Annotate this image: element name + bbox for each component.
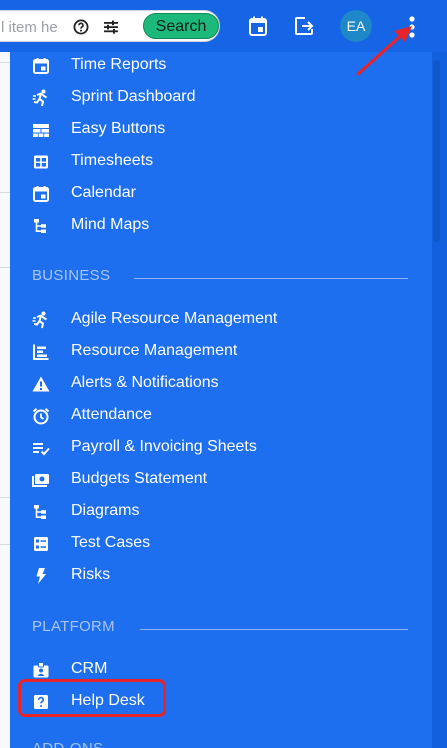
menu-item-label: Budgets Statement bbox=[71, 470, 208, 487]
menu-item-label: Attendance bbox=[71, 406, 152, 423]
run-icon bbox=[32, 311, 48, 329]
menu-item-label: Sprint Dashboard bbox=[71, 88, 196, 105]
menu-item-calendar[interactable]: Calendar bbox=[10, 180, 410, 208]
calendar-icon bbox=[33, 58, 49, 74]
menu-item-label: Diagrams bbox=[71, 502, 140, 519]
alarm-icon bbox=[32, 408, 50, 425]
help-desk-highlight-box bbox=[18, 679, 166, 717]
menu-item-label: Risks bbox=[71, 566, 111, 583]
calendar-icon[interactable] bbox=[247, 15, 269, 37]
chart-icon bbox=[33, 344, 49, 360]
annotation-arrow-icon bbox=[356, 26, 412, 76]
run-icon bbox=[32, 89, 48, 107]
menu-item-label: Mind Maps bbox=[71, 216, 150, 233]
menu-item-alerts-notifications[interactable]: Alerts & Notifications bbox=[10, 370, 410, 398]
menu-item-label: Agile Resource Management bbox=[71, 310, 278, 327]
menu-item-diagrams[interactable]: Diagrams bbox=[10, 498, 410, 526]
menu-item-label: CRM bbox=[71, 660, 108, 677]
search-input[interactable] bbox=[1, 17, 57, 37]
menu-item-easy-buttons[interactable]: Easy Buttons bbox=[10, 116, 410, 144]
menu-item-agile-resource-management[interactable]: Agile Resource Management bbox=[10, 306, 410, 334]
tree-icon bbox=[34, 505, 46, 519]
menu-item-budgets-statement[interactable]: Budgets Statement bbox=[10, 466, 410, 494]
menu-item-label: Timesheets bbox=[71, 152, 154, 169]
menu-item-label: Time Reports bbox=[71, 56, 167, 73]
warning-icon bbox=[32, 376, 50, 392]
money-icon bbox=[32, 474, 49, 487]
badge-icon bbox=[33, 662, 49, 678]
checklist-icon bbox=[34, 537, 48, 551]
section-title: ADD-ONS bbox=[32, 740, 103, 748]
search-button[interactable]: Search bbox=[143, 13, 219, 39]
bolt-icon bbox=[36, 568, 46, 584]
section-header-add-ons: ADD-ONS bbox=[32, 740, 408, 748]
menu-item-mind-maps[interactable]: Mind Maps bbox=[10, 212, 410, 240]
menu-item-label: Alerts & Notifications bbox=[71, 374, 219, 391]
menu-scrollbar-thumb[interactable] bbox=[433, 60, 440, 242]
section-divider bbox=[140, 629, 408, 630]
grid-buttons-icon bbox=[33, 124, 49, 137]
section-header-platform: PLATFORM bbox=[32, 618, 408, 638]
section-title: PLATFORM bbox=[32, 618, 115, 635]
menu-item-label: Test Cases bbox=[71, 534, 151, 551]
calendar-icon bbox=[33, 186, 49, 202]
menu-item-resource-management[interactable]: Resource Management bbox=[10, 338, 410, 366]
list-check-icon bbox=[33, 443, 50, 456]
table-icon bbox=[34, 155, 48, 169]
menu-item-label: Calendar bbox=[71, 184, 136, 201]
section-title: BUSINESS bbox=[32, 267, 111, 284]
menu-item-label: Easy Buttons bbox=[71, 120, 166, 137]
section-divider bbox=[134, 278, 408, 279]
help-icon[interactable] bbox=[73, 19, 89, 35]
search-bar[interactable]: Search bbox=[0, 10, 220, 42]
app-navigation-menu: Time Reports Sprint Dashboard Easy Butto… bbox=[10, 52, 432, 748]
menu-item-label: Resource Management bbox=[71, 342, 238, 359]
menu-item-payroll-invoicing-sheets[interactable]: Payroll & Invoicing Sheets bbox=[10, 434, 410, 462]
menu-item-label: Payroll & Invoicing Sheets bbox=[71, 438, 257, 455]
tune-icon[interactable] bbox=[103, 19, 119, 35]
section-header-business: BUSINESS bbox=[32, 267, 408, 287]
background-page-edge bbox=[0, 52, 10, 748]
menu-item-sprint-dashboard[interactable]: Sprint Dashboard bbox=[10, 84, 410, 112]
tree-icon bbox=[34, 219, 46, 233]
exit-icon[interactable] bbox=[293, 15, 315, 37]
menu-item-test-cases[interactable]: Test Cases bbox=[10, 530, 410, 558]
menu-item-attendance[interactable]: Attendance bbox=[10, 402, 410, 430]
menu-item-risks[interactable]: Risks bbox=[10, 562, 410, 590]
menu-item-timesheets[interactable]: Timesheets bbox=[10, 148, 410, 176]
